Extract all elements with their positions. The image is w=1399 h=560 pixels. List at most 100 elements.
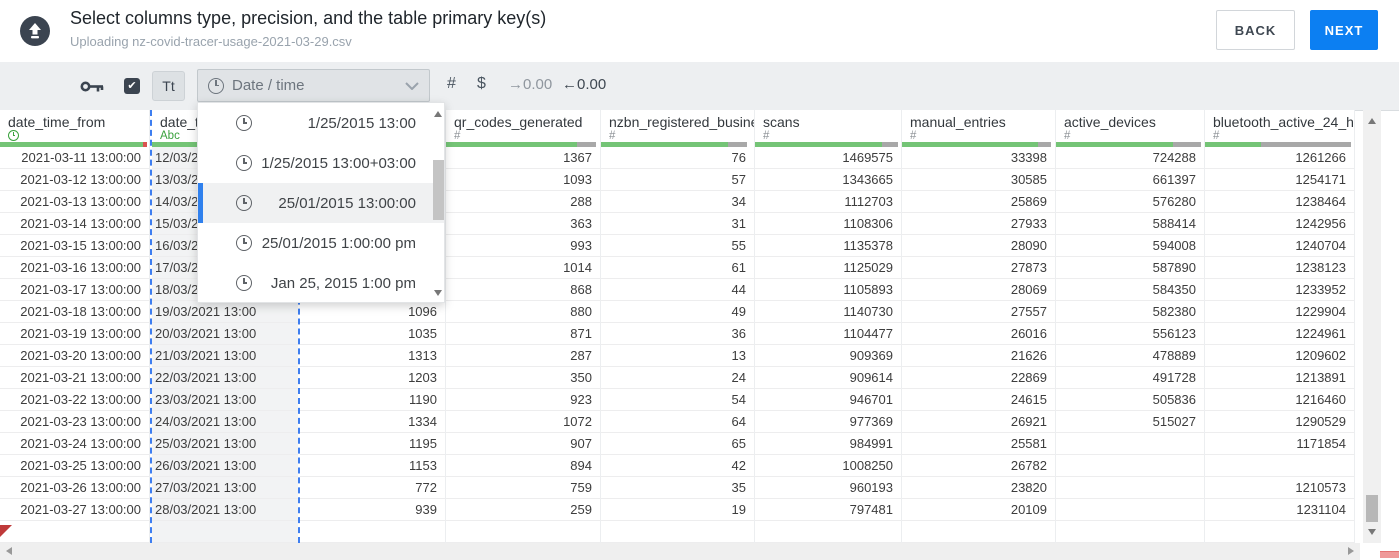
- scroll-up-icon[interactable]: [434, 111, 442, 117]
- table-cell[interactable]: 772: [300, 477, 445, 499]
- table-cell[interactable]: [446, 521, 600, 543]
- table-cell[interactable]: 1105893: [755, 279, 901, 301]
- table-cell[interactable]: 1231104: [1205, 499, 1354, 521]
- table-cell[interactable]: 1195: [300, 433, 445, 455]
- table-cell[interactable]: 49: [601, 301, 754, 323]
- table-cell[interactable]: 34: [601, 191, 754, 213]
- scroll-right-icon[interactable]: [1348, 547, 1354, 555]
- table-cell[interactable]: 36: [601, 323, 754, 345]
- table-cell[interactable]: 1125029: [755, 257, 901, 279]
- table-cell[interactable]: 923: [446, 389, 600, 411]
- table-cell[interactable]: 363: [446, 213, 600, 235]
- type-select[interactable]: Date / time: [197, 69, 430, 102]
- column-header[interactable]: active_devices #: [1056, 110, 1204, 147]
- table-cell[interactable]: 21/03/2021 13:00: [152, 345, 298, 367]
- table-cell[interactable]: 2021-03-20 13:00:00: [0, 345, 149, 367]
- table-cell[interactable]: 1240704: [1205, 235, 1354, 257]
- table-cell[interactable]: 2021-03-19 13:00:00: [0, 323, 149, 345]
- table-cell[interactable]: 1238464: [1205, 191, 1354, 213]
- column-header[interactable]: scans #: [755, 110, 901, 147]
- include-column-checkbox[interactable]: ✔: [124, 78, 140, 94]
- table-cell[interactable]: 24: [601, 367, 754, 389]
- table-cell[interactable]: [1056, 521, 1204, 543]
- table-cell[interactable]: 1209602: [1205, 345, 1354, 367]
- table-cell[interactable]: 960193: [755, 477, 901, 499]
- table-cell[interactable]: 35: [601, 477, 754, 499]
- column[interactable]: nzbn_registered_busine #76 57 34 31 55 61 44 49 3…: [601, 110, 755, 543]
- table-cell[interactable]: 984991: [755, 433, 901, 455]
- column-header[interactable]: date_time_from: [0, 110, 149, 147]
- table-cell[interactable]: 584350: [1056, 279, 1204, 301]
- table-cell[interactable]: 871: [446, 323, 600, 345]
- table-cell[interactable]: 1108306: [755, 213, 901, 235]
- table-cell[interactable]: 2021-03-26 13:00:00: [0, 477, 149, 499]
- table-cell[interactable]: [1056, 499, 1204, 521]
- table-cell[interactable]: 1216460: [1205, 389, 1354, 411]
- table-cell[interactable]: 1171854: [1205, 433, 1354, 455]
- table-cell[interactable]: 76: [601, 147, 754, 169]
- table-cell[interactable]: 491728: [1056, 367, 1204, 389]
- back-button[interactable]: BACK: [1216, 10, 1295, 50]
- table-cell[interactable]: 1096: [300, 301, 445, 323]
- table-cell[interactable]: 515027: [1056, 411, 1204, 433]
- table-cell[interactable]: 57: [601, 169, 754, 191]
- table-cell[interactable]: 1242956: [1205, 213, 1354, 235]
- scroll-down-icon[interactable]: [434, 290, 442, 296]
- table-cell[interactable]: 23/03/2021 13:00: [152, 389, 298, 411]
- table-cell[interactable]: 28/03/2021 13:00: [152, 499, 298, 521]
- table-cell[interactable]: 44: [601, 279, 754, 301]
- table-cell[interactable]: 1153: [300, 455, 445, 477]
- table-cell[interactable]: 1104477: [755, 323, 901, 345]
- table-cell[interactable]: [902, 521, 1055, 543]
- column-header[interactable]: qr_codes_generated #: [446, 110, 600, 147]
- table-cell[interactable]: 1093: [446, 169, 600, 191]
- table-cell[interactable]: 1469575: [755, 147, 901, 169]
- table-cell[interactable]: [755, 521, 901, 543]
- table-cell[interactable]: 19/03/2021 13:00: [152, 301, 298, 323]
- table-cell[interactable]: 42: [601, 455, 754, 477]
- table-cell[interactable]: 13: [601, 345, 754, 367]
- table-cell[interactable]: 25581: [902, 433, 1055, 455]
- table-cell[interactable]: [1205, 521, 1354, 543]
- vertical-scrollbar[interactable]: [1363, 110, 1381, 543]
- table-cell[interactable]: 2021-03-14 13:00:00: [0, 213, 149, 235]
- table-cell[interactable]: 28069: [902, 279, 1055, 301]
- decimal-decrease-button[interactable]: →0.00: [508, 76, 552, 93]
- table-cell[interactable]: 724288: [1056, 147, 1204, 169]
- column[interactable]: date_time_from 2021-03-11 13:00:00 2021-03…: [0, 110, 150, 543]
- table-cell[interactable]: 1213891: [1205, 367, 1354, 389]
- table-cell[interactable]: 1035: [300, 323, 445, 345]
- table-cell[interactable]: 2021-03-15 13:00:00: [0, 235, 149, 257]
- table-cell[interactable]: 22869: [902, 367, 1055, 389]
- column-header[interactable]: nzbn_registered_busine #: [601, 110, 754, 147]
- table-cell[interactable]: 1334: [300, 411, 445, 433]
- table-cell[interactable]: 505836: [1056, 389, 1204, 411]
- column-header[interactable]: bluetooth_active_24_hr_ #: [1205, 110, 1354, 147]
- currency-type-button[interactable]: $: [477, 75, 486, 93]
- scroll-down-icon[interactable]: [1368, 529, 1376, 535]
- table-cell[interactable]: 661397: [1056, 169, 1204, 191]
- table-cell[interactable]: 2021-03-12 13:00:00: [0, 169, 149, 191]
- table-cell[interactable]: 1140730: [755, 301, 901, 323]
- table-cell[interactable]: 20/03/2021 13:00: [152, 323, 298, 345]
- table-cell[interactable]: 576280: [1056, 191, 1204, 213]
- table-cell[interactable]: 939: [300, 499, 445, 521]
- table-cell[interactable]: 1112703: [755, 191, 901, 213]
- table-cell[interactable]: 61: [601, 257, 754, 279]
- column[interactable]: scans #1469575 1343665 1112703 1108306 113537…: [755, 110, 902, 543]
- table-cell[interactable]: 1367: [446, 147, 600, 169]
- table-cell[interactable]: 556123: [1056, 323, 1204, 345]
- dropdown-scroll-thumb[interactable]: [433, 160, 444, 220]
- table-cell[interactable]: [601, 521, 754, 543]
- table-cell[interactable]: 33398: [902, 147, 1055, 169]
- table-cell[interactable]: 54: [601, 389, 754, 411]
- table-cell[interactable]: 19: [601, 499, 754, 521]
- vertical-scroll-thumb[interactable]: [1366, 495, 1378, 522]
- primary-key-icon[interactable]: [80, 80, 104, 93]
- table-cell[interactable]: 993: [446, 235, 600, 257]
- table-cell[interactable]: 1224961: [1205, 323, 1354, 345]
- table-cell[interactable]: 1135378: [755, 235, 901, 257]
- table-cell[interactable]: [1056, 455, 1204, 477]
- table-cell[interactable]: 1290529: [1205, 411, 1354, 433]
- table-cell[interactable]: 894: [446, 455, 600, 477]
